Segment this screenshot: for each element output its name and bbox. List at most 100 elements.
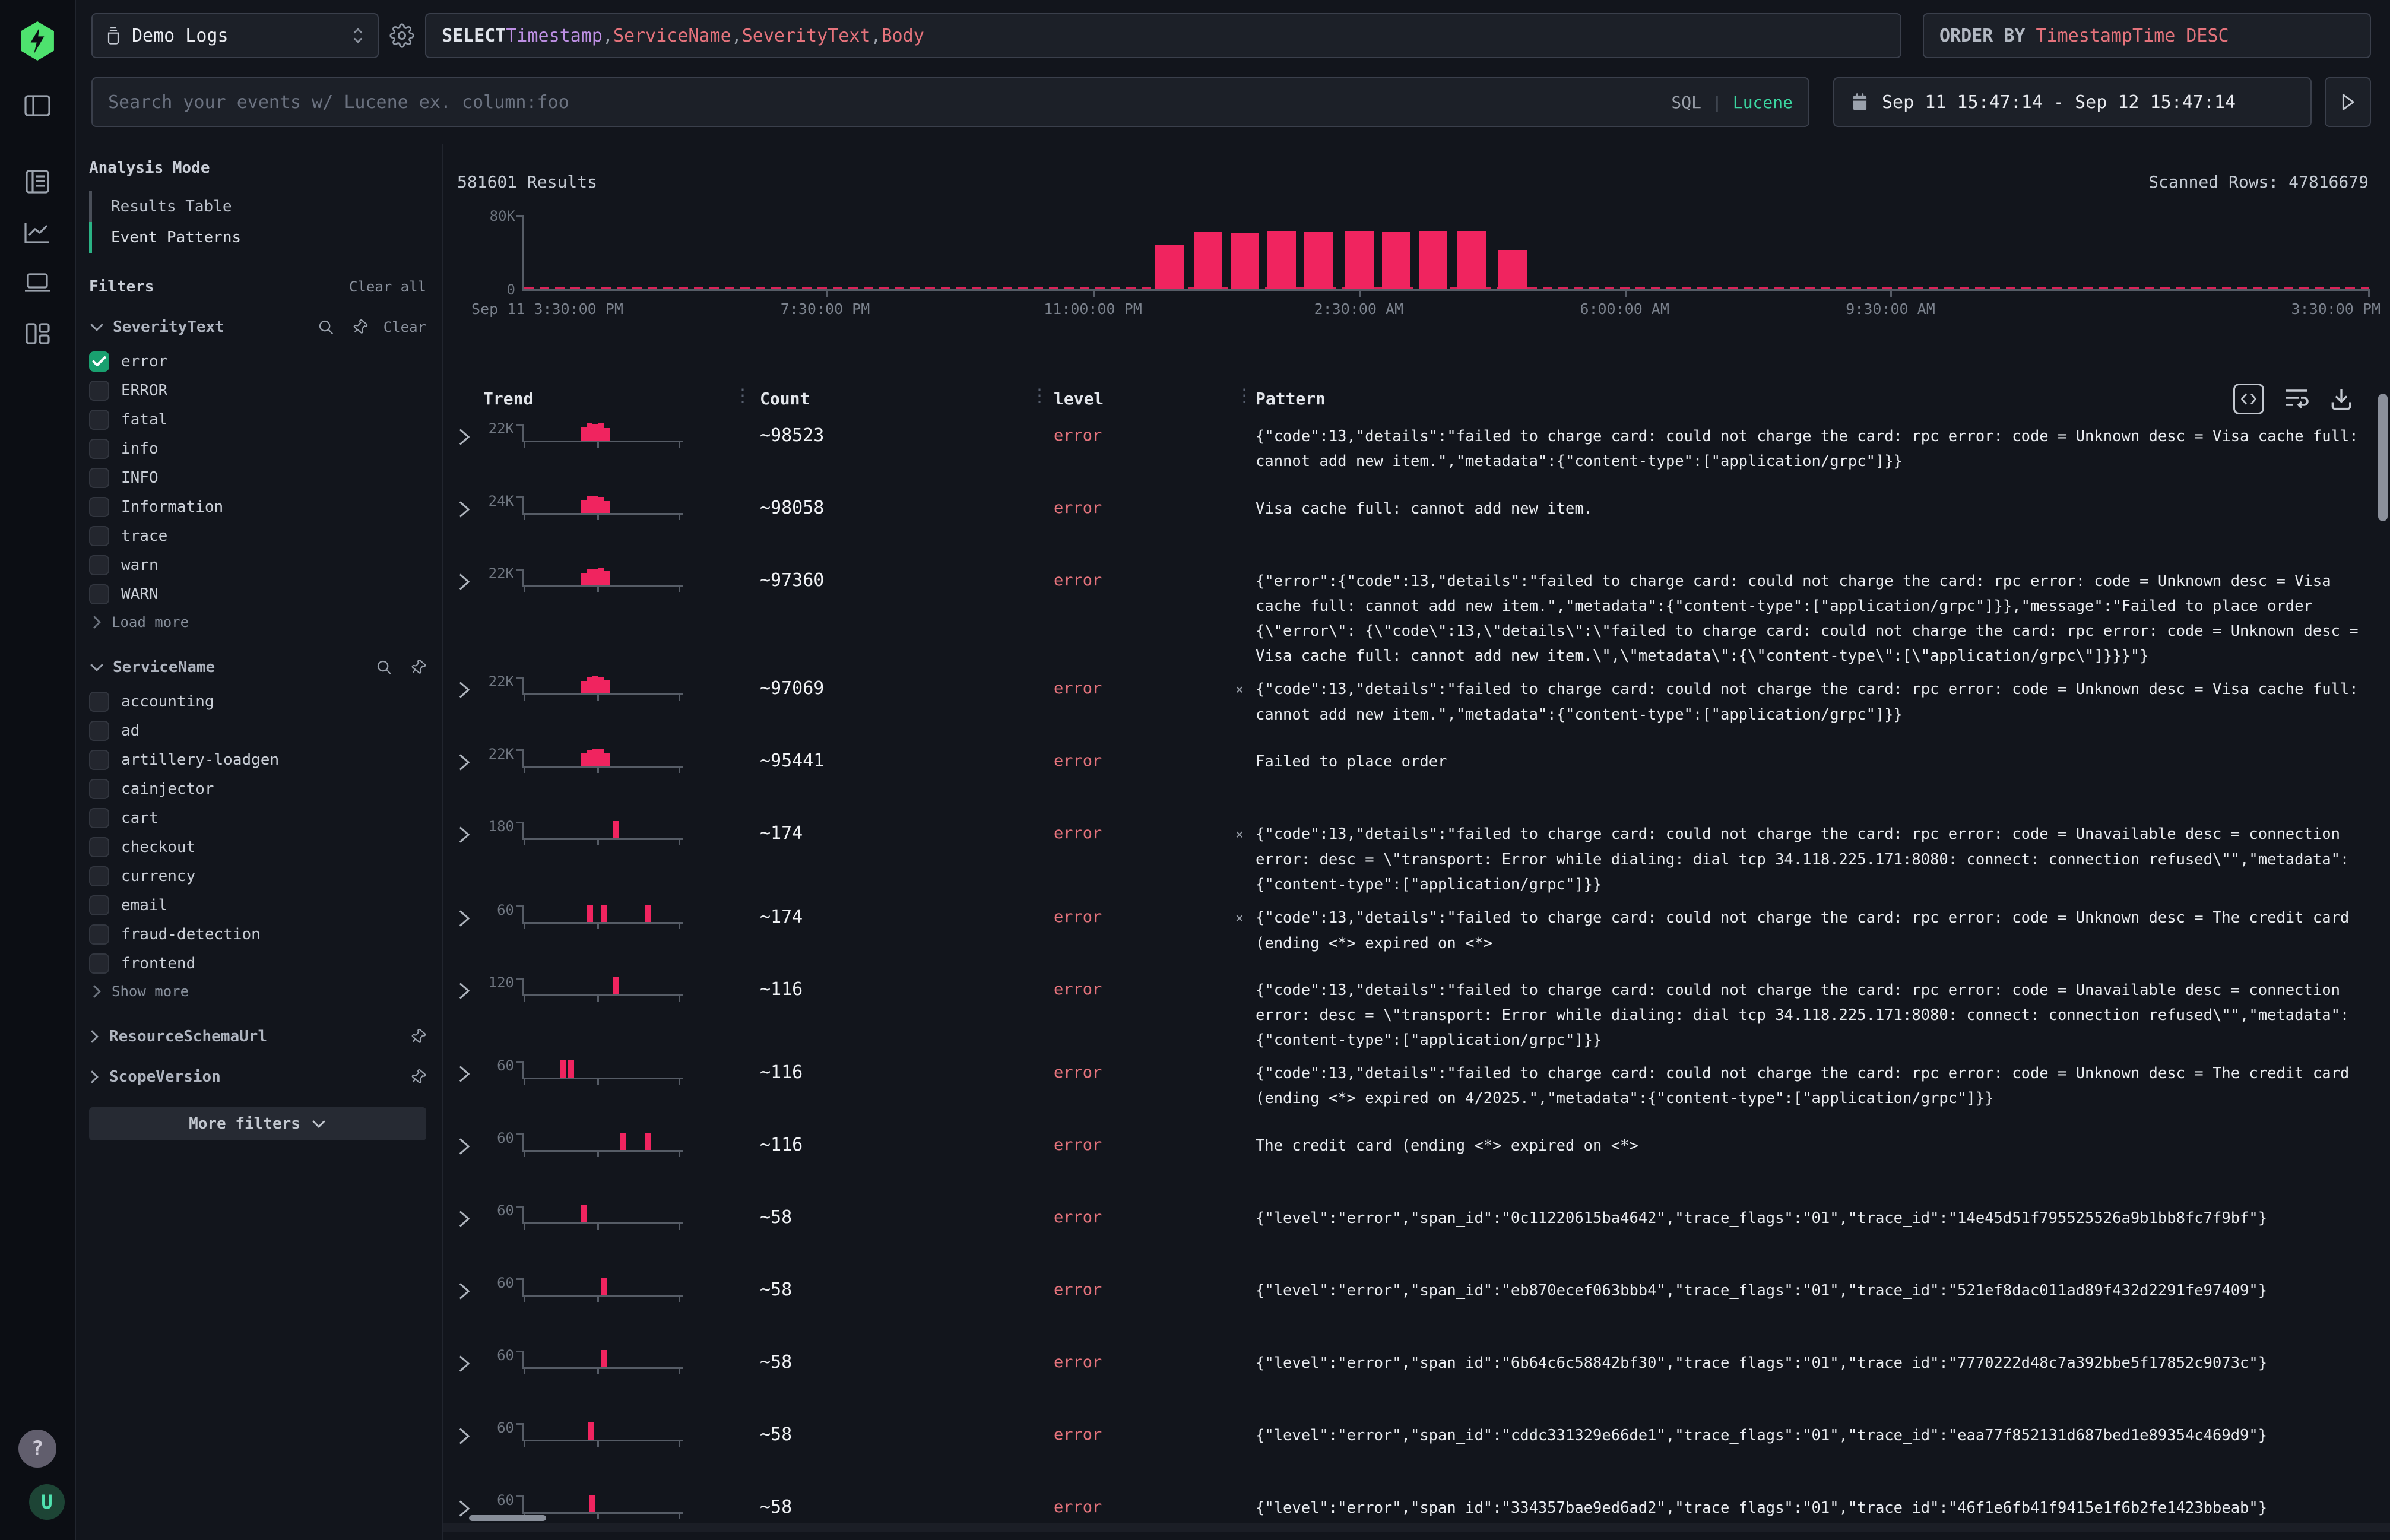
pattern-cell[interactable]: {"code":13,"details":"failed to charge c… (1234, 1053, 2369, 1125)
search-input[interactable]: Search your events w/ Lucene ex. column:… (91, 77, 1809, 127)
filter-option-fatal[interactable]: fatal (89, 405, 426, 434)
filter-option-artillery-loadgen[interactable]: artillery-loadgen (89, 745, 426, 774)
col-count[interactable]: ⋮Count (733, 389, 1029, 408)
checkbox[interactable] (89, 468, 109, 488)
pin-icon[interactable] (408, 1028, 426, 1045)
col-level[interactable]: ⋮level (1029, 389, 1234, 408)
pattern-cell[interactable]: ×{"code":13,"details":"failed to charge … (1234, 668, 2369, 741)
histogram-bar[interactable] (1231, 233, 1259, 289)
horizontal-scrollbar-track[interactable] (443, 1523, 2390, 1532)
run-query-button[interactable] (2325, 77, 2371, 127)
exclude-pattern-icon[interactable]: × (1235, 677, 1256, 702)
row-expand-chevron-icon[interactable] (457, 560, 483, 668)
sparkline-chart[interactable] (522, 1423, 683, 1441)
histogram-bar[interactable] (1304, 232, 1333, 289)
histogram-bar[interactable] (1498, 250, 1526, 289)
filter-option-Information[interactable]: Information (89, 492, 426, 521)
search-icon[interactable] (375, 658, 393, 676)
checkbox[interactable] (89, 953, 109, 974)
checkbox[interactable] (89, 410, 109, 430)
checkbox[interactable] (89, 808, 109, 828)
user-avatar[interactable]: U (29, 1484, 65, 1520)
sparkline-chart[interactable] (522, 1495, 683, 1514)
checkbox[interactable] (89, 866, 109, 886)
sidebar-toggle-icon[interactable] (23, 93, 52, 119)
filter-option-warn[interactable]: warn (89, 550, 426, 579)
checkbox[interactable] (89, 497, 109, 517)
sparkline-chart[interactable] (522, 1133, 683, 1152)
filter-option-trace[interactable]: trace (89, 521, 426, 550)
col-resize-handle[interactable]: ⋮ (1031, 385, 1048, 406)
histogram-bar[interactable] (1419, 231, 1447, 289)
row-expand-chevron-icon[interactable] (457, 1197, 483, 1270)
mode-item-event-patterns[interactable]: Event Patterns (89, 222, 426, 253)
logs-icon[interactable] (23, 169, 52, 195)
sparkline-chart[interactable] (522, 905, 683, 924)
help-button[interactable]: ? (18, 1430, 56, 1468)
filter-group-name[interactable]: SeverityText (113, 318, 309, 336)
wrap-text-icon[interactable] (2282, 386, 2310, 412)
pattern-cell[interactable]: {"level":"error","span_id":"6b64c6c58842… (1234, 1342, 2369, 1415)
checkbox[interactable] (89, 381, 109, 401)
checkbox[interactable] (89, 924, 109, 945)
filter-option-frontend[interactable]: frontend (89, 949, 426, 978)
sparkline-chart[interactable] (522, 1206, 683, 1224)
filter-option-currency[interactable]: currency (89, 861, 426, 891)
checkbox[interactable] (89, 692, 109, 712)
filter-option-accounting[interactable]: accounting (89, 687, 426, 716)
checkbox[interactable] (89, 837, 109, 857)
app-logo-icon[interactable] (19, 21, 56, 61)
checkbox[interactable] (89, 526, 109, 546)
row-expand-chevron-icon[interactable] (457, 813, 483, 897)
pattern-cell[interactable]: {"error":{"code":13,"details":"failed to… (1234, 560, 2369, 668)
chevron-right-icon[interactable] (89, 1069, 100, 1085)
filter-group-collapsed-ScopeVersion[interactable]: ScopeVersion (89, 1068, 426, 1086)
filter-option-email[interactable]: email (89, 891, 426, 920)
download-icon[interactable] (2328, 386, 2354, 412)
pattern-cell[interactable]: Failed to place order (1234, 741, 2369, 813)
histogram-bar[interactable] (1382, 232, 1410, 289)
time-range-picker[interactable]: Sep 11 15:47:14 - Sep 12 15:47:14 (1833, 77, 2312, 127)
pattern-cell[interactable]: {"level":"error","span_id":"0c11220615ba… (1234, 1197, 2369, 1270)
more-filters-button[interactable]: More filters (89, 1107, 426, 1140)
row-expand-chevron-icon[interactable] (457, 1270, 483, 1342)
row-expand-chevron-icon[interactable] (457, 1053, 483, 1125)
clear-all-link[interactable]: Clear all (349, 278, 426, 295)
row-expand-chevron-icon[interactable] (457, 1125, 483, 1197)
histogram-bar[interactable] (1267, 231, 1296, 289)
row-expand-chevron-icon[interactable] (457, 416, 483, 488)
pattern-cell[interactable]: {"code":13,"details":"failed to charge c… (1234, 416, 2369, 488)
pin-icon[interactable] (350, 318, 368, 336)
clear-filter-link[interactable]: Clear (383, 319, 426, 335)
col-pattern[interactable]: ⋮Pattern (1234, 389, 2369, 408)
filter-option-error[interactable]: error (89, 347, 426, 376)
source-settings-gear-icon[interactable] (379, 13, 425, 58)
checkbox[interactable] (89, 351, 109, 372)
col-trend[interactable]: Trend (483, 389, 733, 408)
pattern-cell[interactable]: {"level":"error","span_id":"eb870ecef063… (1234, 1270, 2369, 1342)
filter-group-name[interactable]: ServiceName (113, 658, 367, 676)
filter-option-info[interactable]: info (89, 434, 426, 463)
histogram-bar[interactable] (1155, 245, 1184, 289)
select-query-input[interactable]: SELECT Timestamp, ServiceName, SeverityT… (425, 13, 1901, 58)
exclude-pattern-icon[interactable]: × (1235, 906, 1256, 931)
pattern-cell[interactable]: Visa cache full: cannot add new item. (1234, 488, 2369, 560)
checkbox[interactable] (89, 721, 109, 741)
sparkline-chart[interactable] (522, 569, 683, 587)
laptop-icon[interactable] (23, 271, 52, 294)
pattern-cell[interactable]: {"level":"error","span_id":"cddc331329e6… (1234, 1415, 2369, 1487)
row-expand-chevron-icon[interactable] (457, 488, 483, 560)
filter-option-WARN[interactable]: WARN (89, 579, 426, 609)
sparkline-chart[interactable] (522, 1351, 683, 1369)
mode-item-results-table[interactable]: Results Table (89, 191, 426, 222)
load-more-ServiceName[interactable]: Show more (91, 978, 426, 1005)
load-more-SeverityText[interactable]: Load more (91, 609, 426, 636)
histogram-bar[interactable] (1345, 231, 1374, 289)
sparkline-chart[interactable] (522, 424, 683, 442)
filter-option-fraud-detection[interactable]: fraud-detection (89, 920, 426, 949)
sparkline-chart[interactable] (522, 677, 683, 695)
pattern-cell[interactable]: {"code":13,"details":"failed to charge c… (1234, 969, 2369, 1053)
col-resize-handle[interactable]: ⋮ (734, 385, 752, 406)
filter-option-cainjector[interactable]: cainjector (89, 774, 426, 803)
sparkline-chart[interactable] (522, 496, 683, 515)
